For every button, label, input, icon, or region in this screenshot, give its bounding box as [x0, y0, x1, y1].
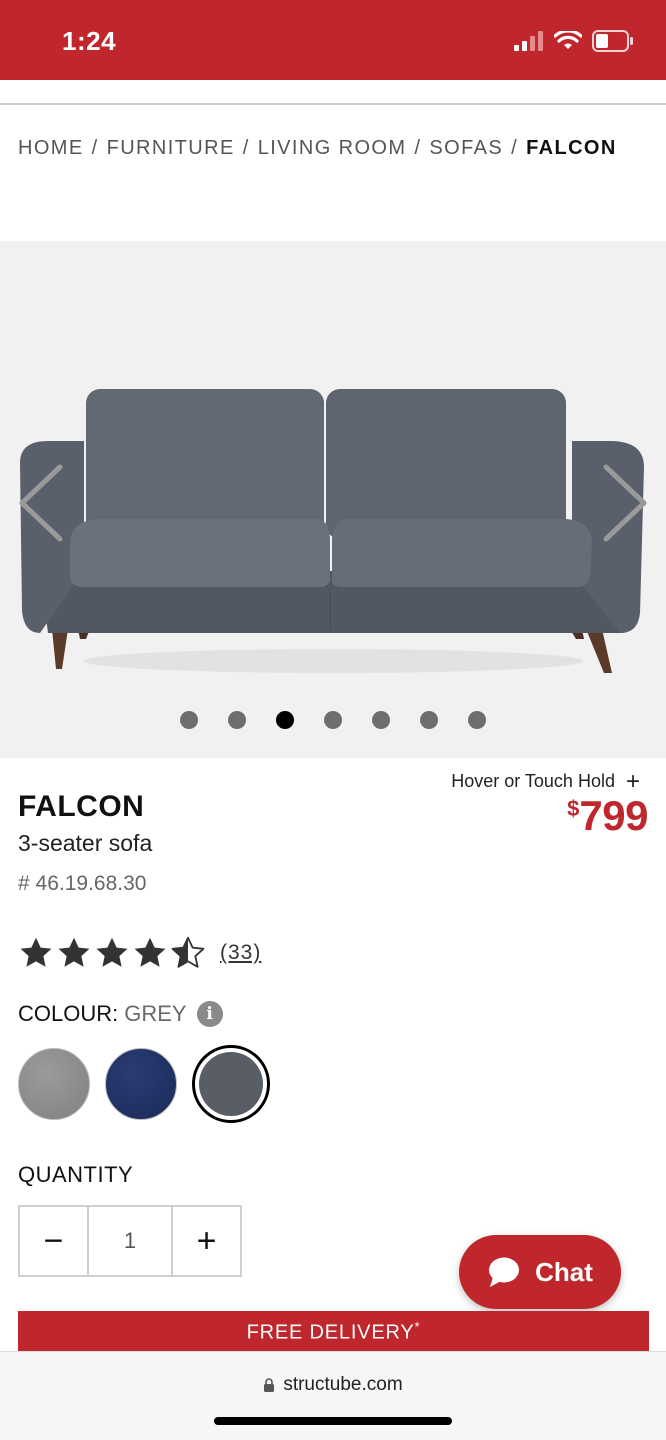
breadcrumb-furniture[interactable]: FURNITURE — [107, 137, 235, 159]
promo-title: FREE DELIVERY* — [18, 1319, 649, 1345]
quantity-input[interactable]: 1 — [87, 1207, 173, 1275]
breadcrumb-home[interactable]: HOME — [18, 137, 84, 159]
url-text: structube.com — [283, 1374, 403, 1395]
gallery-dot[interactable] — [324, 711, 342, 729]
breadcrumb: HOME / FURNITURE / LIVING ROOM / SOFAS / FALCON — [18, 137, 617, 160]
review-count-link[interactable]: (33) — [220, 941, 261, 965]
next-image-arrow-icon[interactable] — [600, 463, 650, 543]
header-divider — [0, 103, 666, 105]
price-currency: $ — [567, 796, 580, 821]
product-rating[interactable]: (33) — [18, 935, 261, 971]
colour-label: COLOUR: — [18, 1001, 119, 1026]
plus-icon: + — [625, 768, 640, 795]
info-icon[interactable]: i — [196, 1001, 223, 1027]
star-full-icon — [134, 937, 166, 967]
browser-bottom-bar: structube.com — [0, 1351, 666, 1440]
star-full-icon — [20, 937, 52, 967]
gallery-dot-active[interactable] — [276, 711, 294, 729]
breadcrumb-current: FALCON — [526, 137, 617, 159]
status-icons — [514, 30, 634, 52]
zoom-hint-label: Hover or Touch Hold — [451, 771, 615, 791]
chat-label: Chat — [535, 1256, 593, 1287]
star-full-icon — [58, 937, 90, 967]
status-bar: 1:24 — [0, 0, 666, 80]
battery-icon — [592, 30, 633, 52]
previous-image-arrow-icon[interactable] — [16, 463, 66, 543]
breadcrumb-separator: / — [91, 137, 99, 159]
product-price: $799 — [567, 792, 648, 840]
breadcrumb-separator: / — [414, 137, 422, 159]
swatch-light-grey[interactable] — [18, 1048, 90, 1120]
chat-button[interactable]: Chat — [459, 1235, 621, 1309]
promo-asterisk: * — [414, 1319, 421, 1334]
gallery-pagination — [0, 711, 666, 729]
gallery-dot[interactable] — [228, 711, 246, 729]
product-image — [20, 389, 644, 673]
product-name: FALCON — [18, 790, 145, 823]
breadcrumb-living-room[interactable]: LIVING ROOM — [258, 137, 407, 159]
status-time: 1:24 — [62, 26, 117, 56]
colour-swatches — [18, 1045, 270, 1123]
product-description: 3-seater sofa — [18, 830, 153, 856]
colour-selector-label: COLOUR: GREY i — [18, 1001, 223, 1027]
quantity-label: QUANTITY — [18, 1162, 134, 1187]
quantity-decrease-button[interactable]: − — [20, 1207, 87, 1275]
product-sku: # 46.19.68.30 — [18, 872, 147, 895]
price-amount: 799 — [579, 792, 648, 839]
quantity-increase-button[interactable]: + — [173, 1207, 240, 1275]
home-indicator[interactable] — [214, 1417, 452, 1425]
chat-bubble-icon — [489, 1257, 520, 1287]
gallery-dot[interactable] — [372, 711, 390, 729]
gallery-dot[interactable] — [180, 711, 198, 729]
breadcrumb-separator: / — [242, 137, 250, 159]
signal-icon — [514, 31, 543, 51]
product-gallery[interactable] — [0, 241, 666, 758]
swatch-navy[interactable] — [105, 1048, 177, 1120]
promo-title-text: FREE DELIVERY — [246, 1321, 415, 1344]
wifi-icon — [554, 31, 582, 49]
breadcrumb-sofas[interactable]: SOFAS — [429, 137, 503, 159]
address-bar[interactable]: structube.com — [0, 1374, 666, 1396]
breadcrumb-separator: / — [511, 137, 519, 159]
gallery-dot[interactable] — [420, 711, 438, 729]
zoom-hint[interactable]: Hover or Touch Hold + — [451, 766, 640, 795]
quantity-stepper: − 1 + — [18, 1205, 242, 1277]
lock-icon — [264, 1377, 275, 1392]
swatch-grey-selected[interactable] — [192, 1045, 270, 1123]
gallery-dot[interactable] — [468, 711, 486, 729]
star-full-icon — [96, 937, 128, 967]
star-half-icon — [171, 936, 205, 968]
colour-selected-value: GREY — [124, 1001, 187, 1026]
